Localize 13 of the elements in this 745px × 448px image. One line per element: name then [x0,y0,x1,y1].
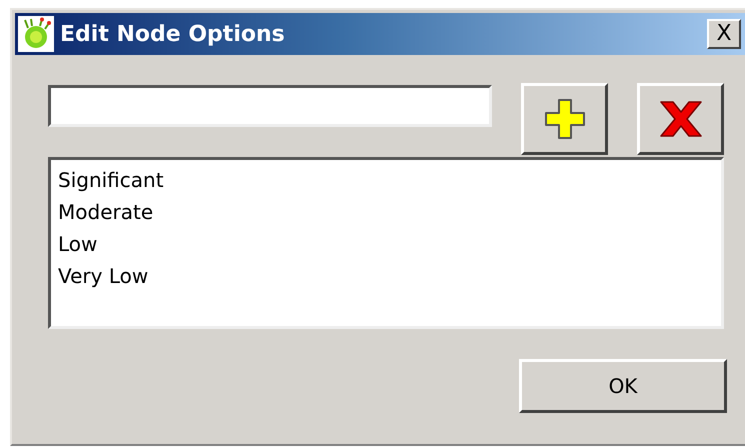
window-title: Edit Node Options [60,22,286,46]
list-item[interactable]: Low [58,228,98,260]
add-button[interactable] [521,83,608,155]
app-icon [18,16,54,52]
ok-button[interactable]: OK [519,359,727,413]
option-input-field[interactable] [48,85,492,127]
close-icon [658,99,704,139]
plus-icon [542,97,586,141]
list-item[interactable]: Significant [58,164,164,196]
delete-button[interactable] [637,83,724,155]
list-item[interactable]: Moderate [58,196,154,228]
close-button[interactable]: X [707,19,741,49]
list-item[interactable]: Very Low [58,260,148,292]
